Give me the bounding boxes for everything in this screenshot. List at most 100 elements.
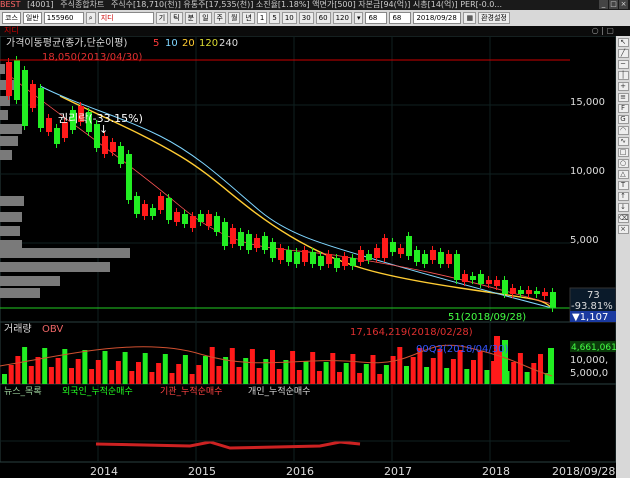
change-pct: -93.81% [571, 301, 613, 312]
screen-title: 주식종합차트 [60, 0, 105, 9]
tab-week[interactable]: 주 [213, 12, 226, 24]
obv-legend: OBV [42, 324, 63, 335]
interval-120[interactable]: 120 [332, 12, 352, 24]
ma-240-label: 240 [219, 38, 238, 49]
volume-bar [189, 374, 195, 384]
volume-bar [42, 348, 48, 384]
candle [382, 238, 388, 258]
close-icon[interactable]: × [619, 0, 628, 9]
volume-bar [383, 365, 389, 384]
volume-bar [316, 371, 322, 384]
arrow-down-icon[interactable]: ↓ [617, 203, 629, 212]
candle [478, 274, 484, 284]
volume-bar [471, 360, 476, 384]
dropdown-icon[interactable]: ▾ [353, 12, 364, 24]
tab-year[interactable]: 년 [242, 12, 255, 24]
interval-10[interactable]: 10 [281, 12, 297, 24]
delete-icon[interactable]: × [617, 225, 629, 234]
count-input-a[interactable]: 68 [365, 12, 388, 24]
date-input[interactable]: 2018/09/28 [413, 12, 462, 24]
vline-tool-icon[interactable]: │ [617, 71, 629, 80]
candle [270, 242, 276, 258]
eraser-icon[interactable]: ⌫ [617, 214, 629, 223]
volume-bar [142, 353, 148, 384]
cursor-icon[interactable]: ↖ [617, 38, 629, 47]
candle [110, 142, 116, 152]
candle [262, 236, 268, 250]
volume-bar [283, 360, 289, 384]
candle [318, 256, 324, 266]
chart-area[interactable]: 가격이동평균(종가,단순이평) 5 10 20 120 240 18,050(2… [0, 35, 617, 478]
candle [142, 204, 148, 216]
market-select[interactable]: 코스 [2, 12, 21, 24]
stock-name-bar: 지디 [0, 26, 630, 36]
interval-60[interactable]: 60 [315, 12, 331, 24]
tab-month[interactable]: 월 [227, 12, 241, 24]
fibonacci-icon[interactable]: F [617, 104, 629, 113]
volume-bar [229, 348, 235, 384]
candle [502, 280, 508, 294]
ellipse-tool-icon[interactable]: ○ [617, 159, 629, 168]
candle [406, 236, 412, 256]
volume-bar [390, 356, 396, 384]
candle [158, 196, 164, 210]
toolbar: 코스 일반 155960 ⌕ 지디 기 틱 분 일 주 월 년 1 5 10 3… [0, 10, 630, 26]
settings-button[interactable]: 환경설정 [478, 12, 510, 24]
stock-info: 주식수[18,710(천)] 유통주[17,535(천)] 소진율[1.18%]… [110, 0, 502, 9]
stock-chart[interactable]: 가격이동평균(종가,단순이평) 5 10 20 120 240 18,050(2… [0, 35, 617, 478]
title-bar: BEST [4001] 주식종합차트 주식수[18,710(천)] 유통주[17… [0, 0, 630, 10]
line-tool-icon[interactable]: ╱ [617, 49, 629, 58]
volume-profile-bar [0, 64, 5, 74]
triangle-tool-icon[interactable]: △ [617, 170, 629, 179]
candle [294, 252, 300, 264]
minimize-icon[interactable]: _ [599, 0, 608, 9]
stock-code-input[interactable]: 155960 [43, 12, 84, 24]
mode-select[interactable]: 일반 [22, 12, 42, 24]
volume-bar [55, 358, 61, 384]
calendar-icon[interactable]: ▦ [463, 12, 477, 24]
volume-bar [477, 351, 483, 384]
interval-1[interactable]: 1 [256, 12, 268, 24]
volume-bar [15, 356, 21, 384]
channel-tool-icon[interactable]: ≡ [617, 93, 629, 102]
rectangle-tool-icon[interactable]: □ [617, 148, 629, 157]
candle [534, 291, 540, 294]
tab-minute[interactable]: 분 [184, 12, 198, 24]
layout-icons[interactable]: ○ | ▢ [592, 26, 614, 36]
tab-tick[interactable]: 틱 [170, 12, 183, 24]
search-icon[interactable]: ⌕ [85, 12, 96, 24]
ma-20-label: 20 [182, 38, 195, 49]
volume-bar [444, 368, 450, 384]
stock-name-label: 지디 [4, 26, 19, 35]
volume-bar [156, 363, 162, 384]
legend-foreign: 외국인_누적순매수 [62, 385, 133, 397]
arrow-up-icon[interactable]: ↑ [617, 192, 629, 201]
y-tick-10000: 10,000 [570, 166, 605, 177]
gann-icon[interactable]: G [617, 115, 629, 124]
volume-bar [337, 372, 342, 384]
volume-bar [548, 348, 554, 384]
tab-day[interactable]: 일 [199, 12, 212, 24]
arc-tool-icon[interactable]: ◠ [617, 126, 629, 135]
interval-5[interactable]: 5 [269, 12, 280, 24]
candle [510, 288, 516, 294]
volume-bar [136, 362, 141, 384]
volume-bar [310, 352, 316, 384]
volume-max-label: 17,164,219(2018/02/28) [350, 327, 473, 338]
legend-news: 뉴스_목록 [4, 386, 42, 397]
volume-bar [377, 374, 383, 384]
volume-bar [122, 352, 128, 384]
count-input-b[interactable]: 68 [389, 12, 412, 24]
volume-bar [28, 366, 34, 384]
legend-individual: 개인_누적순매수 [248, 385, 310, 397]
interval-30[interactable]: 30 [298, 12, 314, 24]
text-tool-icon[interactable]: T [617, 181, 629, 190]
price-legend: 가격이동평균(종가,단순이평) [6, 36, 127, 49]
volume-bar [69, 368, 74, 384]
maximize-icon[interactable]: □ [609, 0, 618, 9]
candle [126, 154, 132, 200]
hline-tool-icon[interactable]: ─ [617, 60, 629, 69]
cycle-tool-icon[interactable]: ∿ [617, 137, 629, 146]
candle [6, 62, 12, 96]
cross-tool-icon[interactable]: + [617, 82, 629, 91]
